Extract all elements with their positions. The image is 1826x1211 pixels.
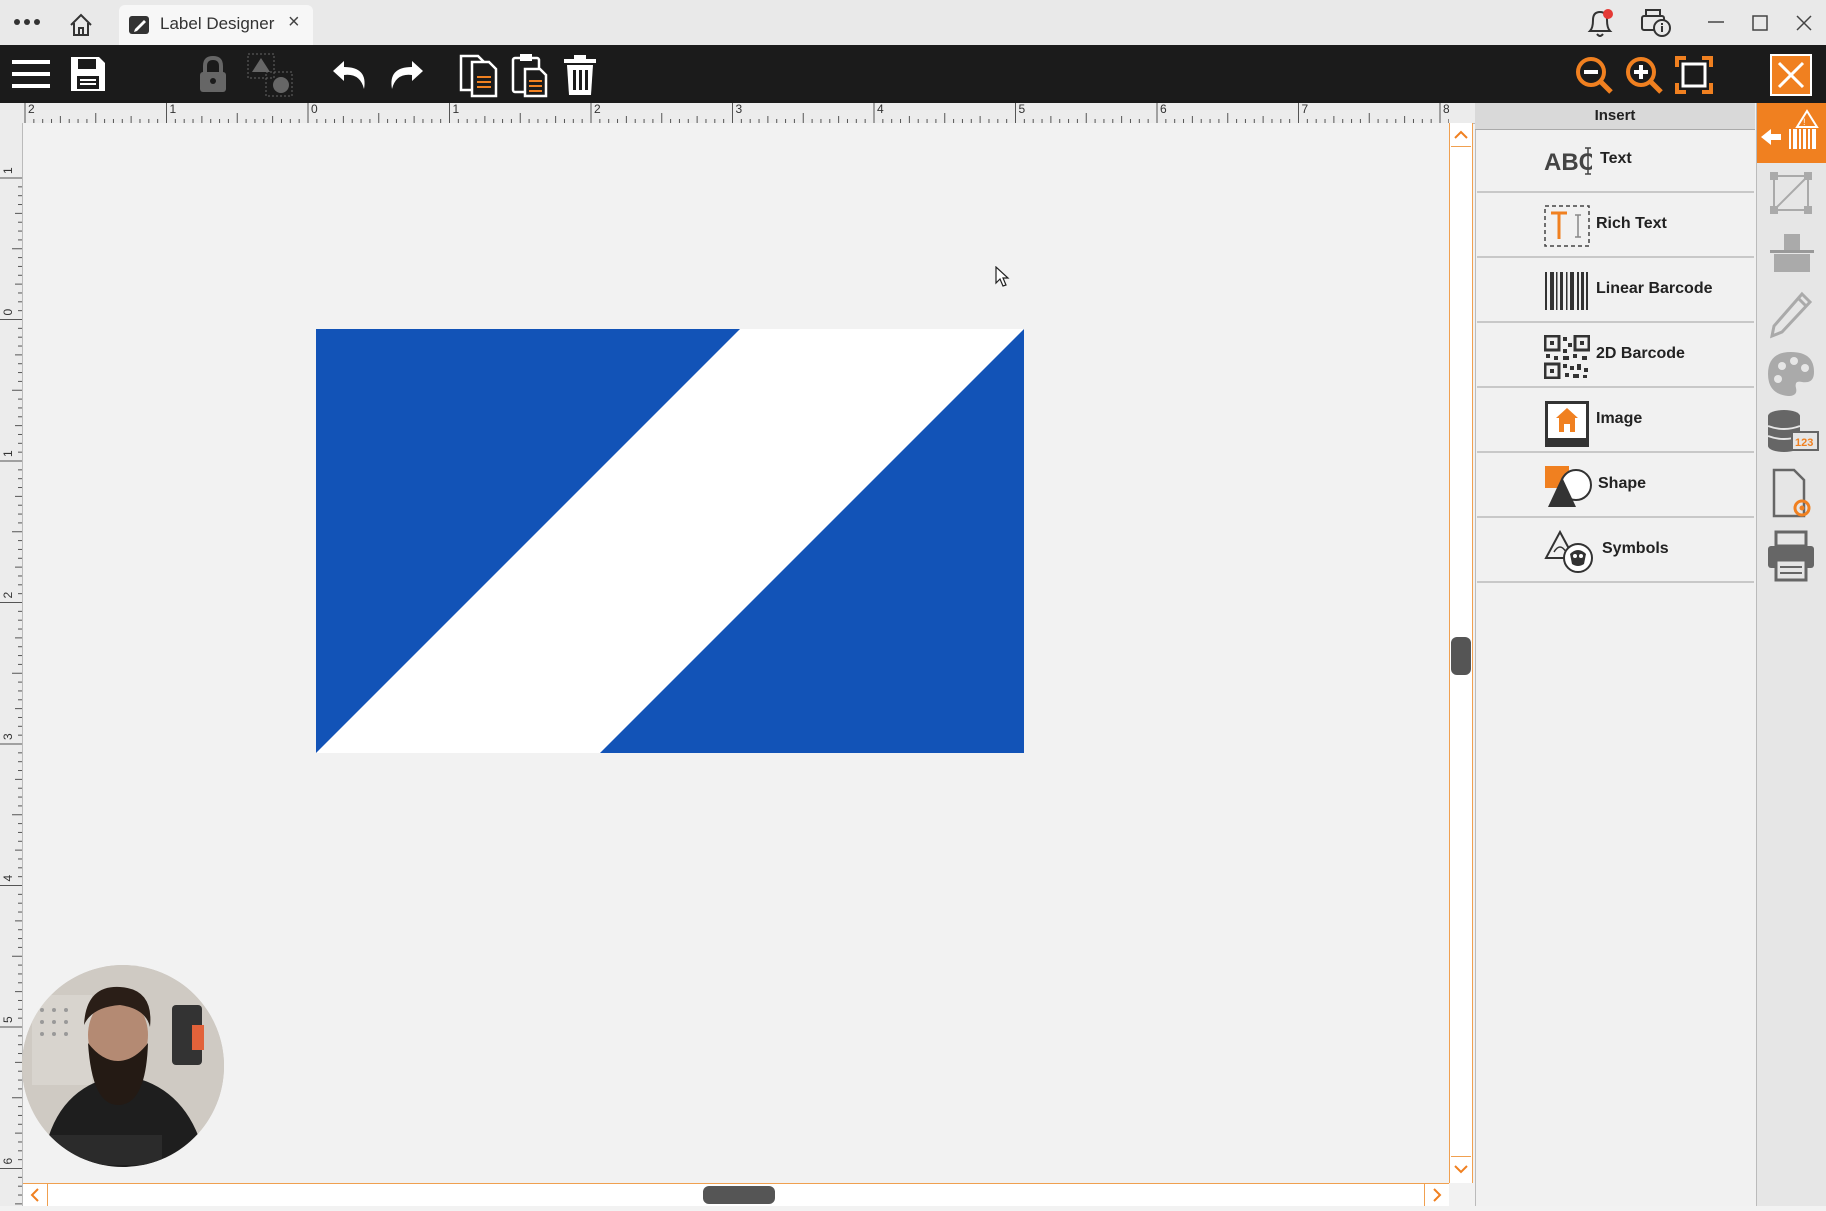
insert-image-button[interactable]: Image [1477, 390, 1754, 453]
insert-2d-barcode-label: 2D Barcode [1596, 345, 1685, 362]
shape-icon [1544, 465, 1592, 507]
insert-text-label: Text [1600, 150, 1632, 167]
ruler-label: 3 [736, 103, 743, 116]
printer-info-icon[interactable] [1638, 6, 1674, 40]
paste-icon[interactable] [510, 52, 550, 98]
undo-icon[interactable] [330, 55, 372, 95]
ruler-label: 1 [1, 450, 15, 457]
insert-text-button[interactable]: ABC Text [1477, 130, 1754, 193]
horizontal-scroll-thumb[interactable] [703, 1186, 775, 1204]
scroll-up-button[interactable] [1451, 124, 1471, 147]
transform-icon[interactable] [1760, 166, 1822, 222]
ruler-label: 3 [1, 733, 15, 740]
delete-icon[interactable] [562, 53, 598, 97]
print-icon[interactable] [1760, 528, 1822, 584]
maximize-icon[interactable] [1748, 12, 1772, 34]
qr-code-icon [1543, 334, 1591, 380]
menu-icon[interactable] [10, 55, 52, 93]
ruler-label: 2 [28, 103, 35, 116]
edit-icon [128, 14, 152, 36]
svg-text:ABC: ABC [1544, 149, 1592, 176]
ruler-label: 1 [453, 103, 460, 116]
ruler-label: 5 [1019, 103, 1026, 116]
vertical-scroll-thumb[interactable] [1451, 637, 1471, 675]
ruler-label: 2 [594, 103, 601, 116]
insert-rich-text-button[interactable]: Rich Text [1477, 195, 1754, 258]
ruler-label: 5 [1, 1016, 15, 1023]
database-icon[interactable]: 123 [1760, 404, 1822, 460]
label-artwork[interactable] [316, 329, 1024, 753]
palette-icon[interactable] [1760, 346, 1822, 402]
scroll-right-button[interactable] [1424, 1184, 1449, 1206]
insert-tab-active[interactable]: ! [1757, 103, 1826, 163]
rich-text-icon [1544, 205, 1590, 247]
ruler-label: 4 [877, 103, 884, 116]
mouse-cursor-icon [995, 265, 1011, 288]
zoom-in-icon[interactable] [1624, 55, 1664, 95]
insert-linear-barcode-label: Linear Barcode [1596, 280, 1713, 297]
copy-icon[interactable] [458, 52, 502, 98]
insert-2d-barcode-button[interactable]: 2D Barcode [1477, 325, 1754, 388]
redo-icon[interactable] [384, 55, 426, 95]
insert-shape-button[interactable]: Shape [1477, 455, 1754, 518]
insert-symbols-button[interactable]: Symbols [1477, 520, 1754, 583]
page-settings-icon[interactable] [1760, 466, 1822, 522]
close-designer-button[interactable] [1770, 54, 1812, 96]
insert-image-label: Image [1596, 410, 1643, 427]
home-icon[interactable] [68, 12, 94, 38]
ruler-label: 6 [1160, 103, 1167, 116]
pencil-icon[interactable] [1760, 288, 1822, 344]
scroll-down-button[interactable] [1451, 1156, 1471, 1181]
linear-barcode-icon [1544, 270, 1588, 312]
ruler-label: 8 [1443, 103, 1449, 116]
notification-bell-icon[interactable] [1584, 6, 1616, 40]
ruler-label: 4 [1, 875, 15, 882]
symbols-icon [1544, 529, 1596, 573]
ruler-label: 0 [1, 309, 15, 316]
vertical-ruler: 1 0 1 2 3 4 5 6 [0, 123, 23, 1206]
window-close-icon[interactable] [1792, 12, 1816, 34]
more-menu-icon[interactable] [12, 12, 42, 32]
scroll-left-button[interactable] [23, 1184, 48, 1206]
fit-to-page-icon[interactable] [1674, 55, 1714, 95]
ruler-label: 1 [170, 103, 177, 116]
image-icon [1544, 400, 1589, 447]
tab-close-icon[interactable]: × [288, 11, 300, 34]
ruler-label: 6 [1, 1158, 15, 1165]
zoom-out-icon[interactable] [1574, 55, 1614, 95]
insert-linear-barcode-button[interactable]: Linear Barcode [1477, 260, 1754, 323]
ruler-label: 0 [311, 103, 318, 116]
svg-text:123: 123 [1795, 437, 1813, 449]
minimize-icon[interactable] [1704, 12, 1728, 32]
insert-rich-text-label: Rich Text [1596, 215, 1667, 232]
ruler-label: 7 [1302, 103, 1309, 116]
insert-symbols-label: Symbols [1602, 540, 1669, 557]
text-icon: ABC [1544, 140, 1596, 182]
svg-text:!: ! [1803, 117, 1806, 127]
webcam-overlay [22, 965, 224, 1167]
ruler-label: 1 [1, 167, 15, 174]
group-icon[interactable] [246, 52, 298, 98]
insert-panel-header: Insert [1475, 103, 1755, 130]
lock-icon[interactable] [196, 55, 230, 95]
save-icon[interactable] [68, 54, 108, 94]
horizontal-ruler: 2 1 0 1 2 3 4 5 6 7 8 [0, 103, 1475, 124]
tab-title: Label Designer [160, 14, 275, 33]
ruler-label: 2 [1, 592, 15, 599]
align-icon[interactable] [1760, 228, 1822, 284]
insert-shape-label: Shape [1598, 475, 1647, 492]
